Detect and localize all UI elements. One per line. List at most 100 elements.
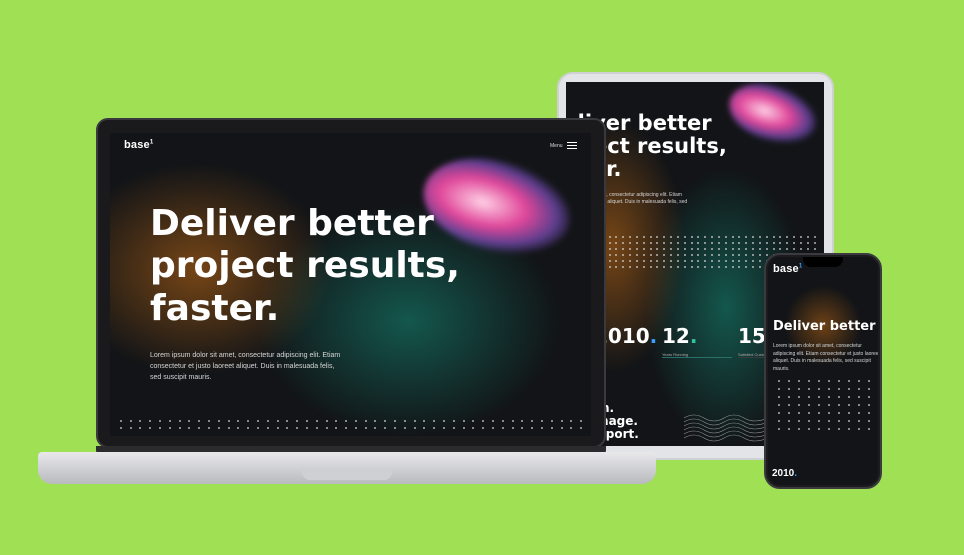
grid-dot <box>868 428 870 430</box>
grid-dot <box>717 266 720 268</box>
phone-logo[interactable]: base1 <box>773 263 802 275</box>
grid-dot <box>615 242 618 244</box>
phone-logo-mark: 1 <box>798 263 803 270</box>
grid-dot <box>758 236 761 238</box>
grid-dot <box>711 242 714 244</box>
grid-dot <box>276 419 279 422</box>
grid-dot <box>622 242 625 244</box>
grid-dot <box>663 260 666 262</box>
grid-dot <box>676 236 679 238</box>
grid-dot <box>663 266 666 268</box>
grid-dot <box>772 242 775 244</box>
grid-dot <box>752 260 755 262</box>
grid-dot <box>828 428 830 430</box>
grid-dot <box>806 242 809 244</box>
grid-dot <box>443 426 446 429</box>
grid-dot <box>119 426 122 429</box>
tablet-stat-3-value: 15 <box>738 324 766 348</box>
grid-dot <box>642 266 645 268</box>
grid-dot <box>635 254 638 256</box>
grid-dot <box>711 266 714 268</box>
grid-dot <box>779 248 782 250</box>
grid-dot <box>838 396 840 398</box>
grid-dot <box>394 419 397 422</box>
grid-dot <box>663 236 666 238</box>
laptop-logo[interactable]: base1 <box>124 139 153 151</box>
grid-dot <box>828 420 830 422</box>
grid-dot <box>778 388 780 390</box>
grid-dot <box>858 420 860 422</box>
grid-dot <box>752 242 755 244</box>
grid-dot <box>276 426 279 429</box>
grid-dot <box>818 428 820 430</box>
grid-dot <box>615 248 618 250</box>
grid-dot <box>818 396 820 398</box>
grid-dot <box>663 254 666 256</box>
grid-dot <box>772 248 775 250</box>
grid-dot <box>511 419 514 422</box>
grid-dot <box>788 420 790 422</box>
grid-dot <box>656 236 659 238</box>
grid-dot <box>670 242 673 244</box>
grid-dot <box>868 380 870 382</box>
grid-dot <box>697 254 700 256</box>
grid-dot <box>848 380 850 382</box>
grid-dot <box>413 419 416 422</box>
grid-dot <box>745 260 748 262</box>
phone-stat: 2010. <box>772 463 797 481</box>
grid-dot <box>462 419 465 422</box>
grid-dot <box>670 236 673 238</box>
grid-dot <box>580 426 583 429</box>
grid-dot <box>765 248 768 250</box>
grid-dot <box>738 266 741 268</box>
phone-stat-accent: . <box>794 468 798 479</box>
grid-dot <box>808 380 810 382</box>
grid-dot <box>622 254 625 256</box>
grid-dot <box>198 426 201 429</box>
grid-dot <box>642 248 645 250</box>
grid-dot <box>642 260 645 262</box>
grid-dot <box>752 248 755 250</box>
grid-dot <box>188 426 191 429</box>
grid-dot <box>806 236 809 238</box>
grid-dot <box>858 404 860 406</box>
laptop-menu-button[interactable]: Menu <box>550 142 577 149</box>
grid-dot <box>808 428 810 430</box>
grid-dot <box>717 242 720 244</box>
grid-dot <box>374 426 377 429</box>
grid-dot <box>247 419 250 422</box>
grid-dot <box>670 254 673 256</box>
grid-dot <box>629 236 632 238</box>
laptop-logo-mark: 1 <box>149 139 154 146</box>
grid-dot <box>738 242 741 244</box>
grid-dot <box>818 404 820 406</box>
grid-dot <box>704 266 707 268</box>
grid-dot <box>799 242 802 244</box>
grid-dot <box>237 426 240 429</box>
grid-dot <box>433 419 436 422</box>
grid-dot <box>738 254 741 256</box>
grid-dot <box>779 242 782 244</box>
grid-dot <box>758 266 761 268</box>
grid-dot <box>642 242 645 244</box>
phone-dot-grid <box>774 377 874 433</box>
grid-dot <box>724 236 727 238</box>
grid-dot <box>656 254 659 256</box>
grid-dot <box>813 236 816 238</box>
grid-dot <box>778 404 780 406</box>
grid-dot <box>188 419 191 422</box>
grid-dot <box>868 396 870 398</box>
grid-dot <box>838 412 840 414</box>
grid-dot <box>540 426 543 429</box>
grid-dot <box>690 248 693 250</box>
laptop-screen: base1 Menu Deliver better project result… <box>110 133 591 436</box>
grid-dot <box>683 266 686 268</box>
grid-dot <box>443 419 446 422</box>
grid-dot <box>848 404 850 406</box>
grid-dot <box>540 419 543 422</box>
grid-dot <box>227 419 230 422</box>
phone-stat-value: 2010 <box>772 468 795 479</box>
grid-dot <box>786 248 789 250</box>
grid-dot <box>724 242 727 244</box>
grid-dot <box>788 428 790 430</box>
